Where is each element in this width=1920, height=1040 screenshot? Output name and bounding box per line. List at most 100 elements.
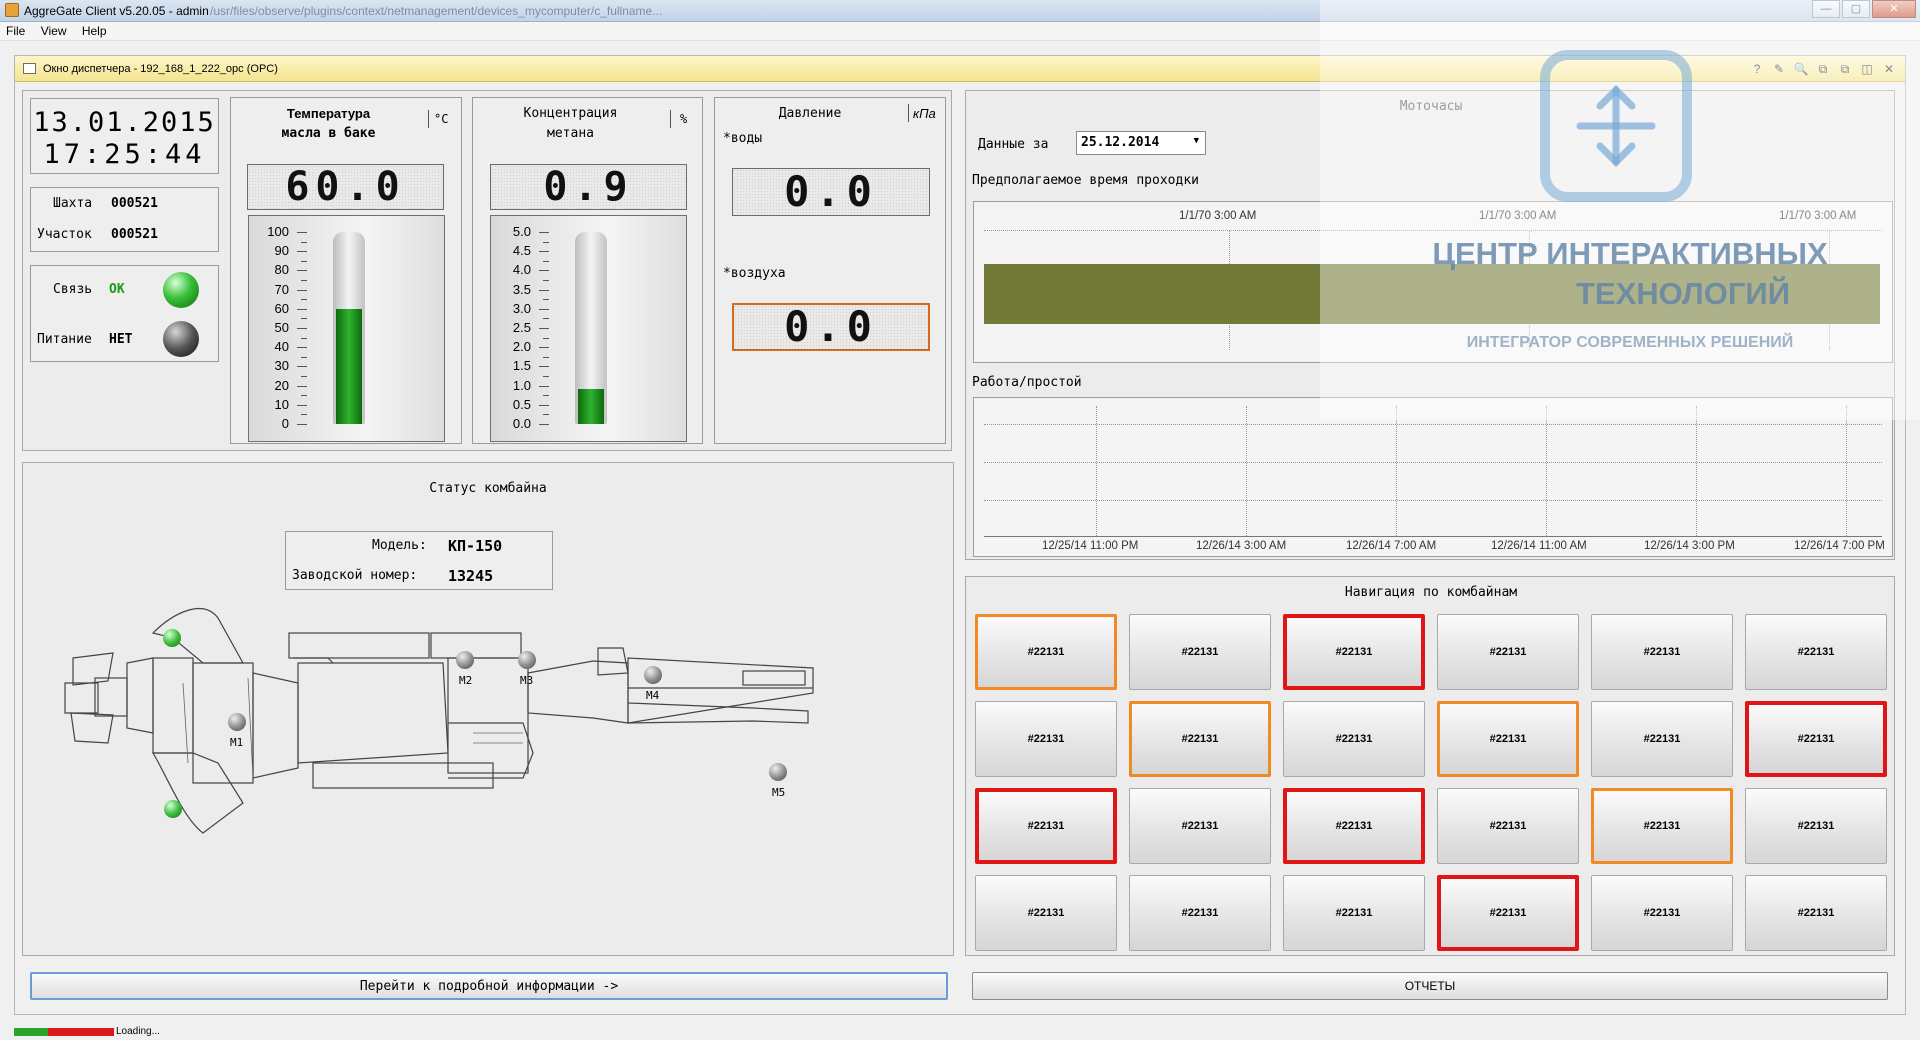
methane-tick-mark: [539, 270, 549, 272]
details-button[interactable]: Перейти к подробной информации ->: [30, 972, 948, 1000]
watermark-logo-icon: [1540, 50, 1692, 202]
clock-time: 17:25:44: [43, 139, 206, 170]
combine-nav-button[interactable]: #22131: [1283, 614, 1425, 690]
methane-tick-mark: [539, 385, 549, 387]
watermark-line2: ТЕХНОЛОГИЙ: [1575, 276, 1790, 311]
combine-nav-button[interactable]: #22131: [1437, 701, 1579, 777]
temperature-tick-mark: [297, 328, 307, 329]
power-label: Питание: [37, 332, 92, 347]
methane-minor-tick: [543, 241, 549, 243]
combine-nav-button[interactable]: #22131: [1129, 875, 1271, 951]
temperature-minor-tick: [301, 395, 307, 397]
combine-nav-button[interactable]: #22131: [1745, 614, 1887, 690]
combine-nav-button[interactable]: #22131: [1129, 788, 1271, 864]
combine-nav-button[interactable]: #22131: [1591, 788, 1733, 864]
combine-nav-button[interactable]: #22131: [1745, 875, 1887, 951]
methane-tick-label: 3.0: [512, 300, 531, 316]
dispatcher-window-title: Окно диспетчера - 192_168_1_222_opc (OPC…: [43, 63, 278, 75]
combine-nav-button[interactable]: #22131: [1745, 701, 1887, 777]
methane-tick-label: 2.5: [512, 320, 531, 335]
pressure-title: Давление: [778, 106, 842, 121]
methane-minor-tick: [543, 414, 549, 416]
work-tick-6: 12/26/14 7:00 PM: [1794, 540, 1885, 552]
combine-nav-button[interactable]: #22131: [1129, 701, 1271, 777]
combine-nav-button[interactable]: #22131: [1283, 788, 1425, 864]
combine-nav-button[interactable]: #22131: [975, 788, 1117, 864]
motor-m2-indicator: [456, 651, 474, 669]
serial-value: 13245: [448, 567, 494, 585]
temperature-tick-label: 0: [281, 416, 289, 431]
water-pressure-display: 0.0: [732, 168, 930, 216]
combine-nav-button[interactable]: #22131: [1437, 788, 1579, 864]
methane-display: 0.9: [490, 164, 687, 210]
loading-bar-green: [14, 1028, 48, 1036]
window-path: /usr/files/observe/plugins/context/netma…: [210, 4, 663, 18]
combine-nav-button[interactable]: #22131: [1591, 701, 1733, 777]
combine-nav-button[interactable]: #22131: [975, 614, 1117, 690]
menu-view[interactable]: View: [41, 24, 67, 38]
motor-m1-indicator: [228, 713, 246, 731]
section-label: Участок: [37, 227, 92, 242]
pressure-unit: кПа: [913, 106, 936, 121]
temperature-tick-mark: [297, 270, 307, 272]
chevron-down-icon[interactable]: ▼: [1194, 136, 1199, 146]
combine-nav-button[interactable]: #22131: [1745, 788, 1887, 864]
temperature-minor-tick: [301, 356, 307, 358]
temperature-title-line2: масла в баке: [281, 126, 376, 141]
combine-nav-button[interactable]: #22131: [1437, 875, 1579, 951]
combine-nav-button[interactable]: #22131: [1283, 875, 1425, 951]
methane-tick-label: 0.5: [512, 396, 531, 412]
model-value: КП-150: [448, 537, 503, 555]
temperature-tick-mark: [297, 347, 307, 349]
methane-minor-tick: [543, 337, 549, 339]
temperature-minor-tick: [301, 241, 307, 243]
serial-label: Заводской номер:: [292, 568, 418, 583]
motor-m4-indicator: [644, 666, 662, 684]
temperature-minor-tick: [301, 376, 307, 377]
methane-title-line2: метана: [547, 126, 594, 141]
menu-file[interactable]: File: [6, 24, 25, 38]
methane-tick-mark: [539, 347, 549, 349]
methane-minor-tick: [543, 280, 549, 281]
app-icon: [5, 3, 19, 17]
methane-tick-label: 2.0: [512, 339, 531, 355]
date-select[interactable]: 25.12.2014 ▼: [1076, 131, 1206, 155]
mine-label: Шахта: [53, 196, 93, 211]
methane-tick-mark: [539, 424, 549, 425]
combine-nav-button[interactable]: #22131: [975, 701, 1117, 777]
motor-m3-indicator: [518, 651, 536, 669]
pressure-box: Давление кПа *воды 0.0 *воздуха 0.0: [714, 97, 946, 444]
sensor-bottom-left-indicator: [164, 800, 182, 818]
watermark-subtext: ИНТЕГРАТОР СОВРЕМЕННЫХ РЕШЕНИЙ: [1466, 334, 1794, 351]
combine-nav-button[interactable]: #22131: [975, 875, 1117, 951]
combine-nav-button[interactable]: #22131: [1591, 614, 1733, 690]
temperature-tick-label: 30: [274, 358, 289, 374]
methane-tick-mark: [539, 289, 549, 291]
temperature-tick-label: 80: [274, 262, 289, 278]
methane-tick-label: 3.5: [512, 281, 531, 297]
combine-nav-button[interactable]: #22131: [1437, 614, 1579, 690]
combine-nav-button[interactable]: #22131: [1129, 614, 1271, 690]
temperature-tick-label: 20: [274, 377, 289, 393]
reports-button[interactable]: ОТЧЕТЫ: [972, 972, 1888, 1000]
combine-status-title: Статус комбайна: [429, 481, 547, 496]
temperature-tick-mark: [297, 232, 307, 233]
navigation-title: Навигация по комбайнам: [1344, 585, 1518, 600]
methane-box: Концентрация метана % 0.9 5.0 4.5 4.0 3.5 3.…: [472, 97, 703, 444]
methane-tube: [575, 232, 607, 424]
watermark-line1: ЦЕНТР ИНТЕРАКТИВНЫХ: [1432, 236, 1828, 271]
air-label: *воздуха: [723, 266, 786, 281]
methane-tick-label: 1.0: [512, 377, 531, 393]
watermark-text: ЦЕНТР ИНТЕРАКТИВНЫХ ТЕХНОЛОГИЙ: [1400, 234, 1860, 314]
sensor-top-left-indicator: [163, 629, 181, 647]
work-idle-label: Работа/простой: [972, 375, 1082, 390]
combine-nav-button[interactable]: #22131: [1283, 701, 1425, 777]
menu-help[interactable]: Help: [82, 24, 107, 38]
combine-info-box: Модель: КП-150 Заводской номер: 13245: [285, 531, 553, 590]
methane-minor-tick: [543, 299, 549, 301]
combine-schematic: [64, 608, 814, 834]
combine-nav-button[interactable]: #22131: [1591, 875, 1733, 951]
methane-tick-mark: [539, 308, 549, 310]
motor-m2-label: M2: [459, 674, 473, 687]
methane-tick-label: 0.0: [512, 416, 531, 431]
